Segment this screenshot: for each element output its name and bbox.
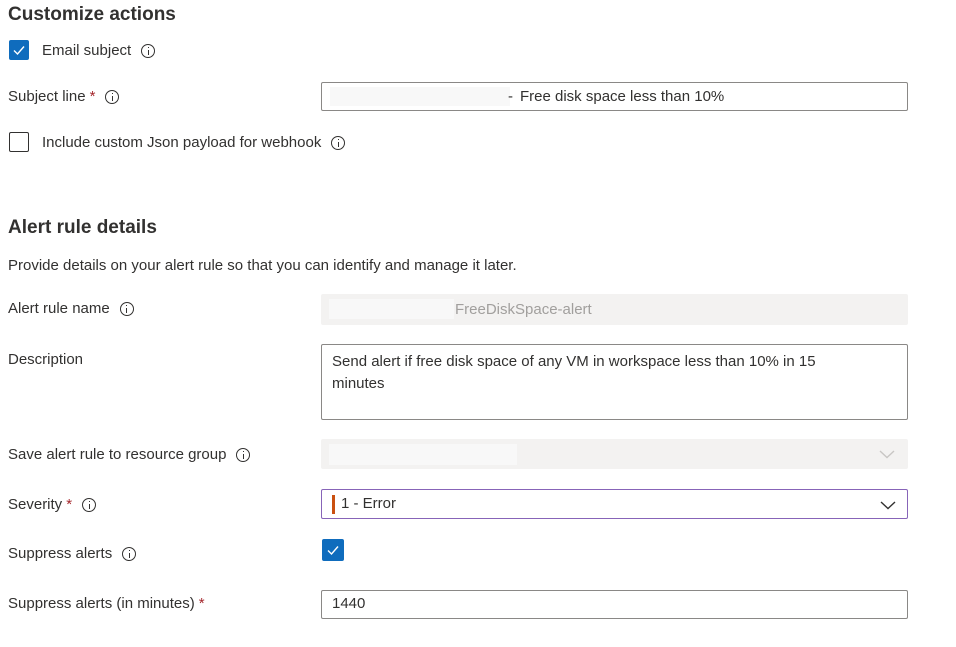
- subject-line-label: Subject line: [8, 88, 86, 105]
- redacted-text: [329, 299, 454, 319]
- description-label: Description: [8, 351, 84, 368]
- subject-line-value: Free disk space less than 10%: [520, 88, 725, 105]
- customize-actions-heading: Customize actions: [8, 4, 176, 25]
- alert-rule-name-label: Alert rule name: [8, 300, 110, 317]
- email-subject-label: Email subject: [42, 42, 132, 59]
- chevron-down-icon: [879, 450, 895, 459]
- severity-dropdown[interactable]: 1 - Error: [321, 489, 908, 519]
- description-value: Send alert if free disk space of any VM …: [332, 353, 816, 392]
- severity-label: Severity: [8, 496, 63, 513]
- required-asterisk: *: [66, 496, 73, 513]
- redacted-text: [329, 444, 517, 465]
- info-icon[interactable]: [82, 498, 97, 513]
- severity-color-bar: [332, 495, 335, 514]
- info-icon[interactable]: [119, 302, 134, 317]
- suppress-alerts-row: Suppress alerts: [8, 544, 137, 564]
- email-subject-checkbox[interactable]: [9, 40, 29, 60]
- checkmark-icon: [13, 46, 25, 56]
- json-payload-label: Include custom Json payload for webhook: [42, 134, 322, 151]
- severity-value: 1 - Error: [341, 495, 397, 512]
- info-icon[interactable]: [105, 90, 120, 105]
- description-textarea[interactable]: Send alert if free disk space of any VM …: [321, 344, 908, 420]
- redacted-text: [330, 87, 510, 106]
- suppress-minutes-value: 1440: [332, 595, 366, 612]
- alert-rule-name-input: FreeDiskSpace-alert: [321, 294, 908, 325]
- resource-group-dropdown: [321, 439, 908, 469]
- checkmark-icon: [327, 546, 339, 556]
- alert-rule-name-row: Alert rule name: [8, 299, 134, 319]
- required-asterisk: *: [89, 88, 96, 105]
- subject-line-row: Subject line *: [8, 87, 120, 107]
- alert-rule-name-value: FreeDiskSpace-alert: [455, 301, 592, 318]
- email-subject-row: Email subject: [42, 41, 156, 61]
- suppress-minutes-input[interactable]: 1440: [321, 590, 908, 619]
- suppress-minutes-label: Suppress alerts (in minutes): [8, 595, 195, 612]
- subject-line-separator: -: [508, 88, 513, 105]
- info-icon[interactable]: [141, 44, 156, 59]
- resource-group-label: Save alert rule to resource group: [8, 446, 227, 463]
- required-asterisk: *: [198, 595, 205, 612]
- alert-rule-details-intro: Provide details on your alert rule so th…: [8, 257, 517, 274]
- suppress-alerts-label: Suppress alerts: [8, 545, 113, 562]
- suppress-alerts-checkbox[interactable]: [322, 539, 344, 561]
- chevron-down-icon: [880, 501, 896, 510]
- severity-row: Severity *: [8, 495, 97, 515]
- alert-rule-details-heading: Alert rule details: [8, 217, 157, 238]
- info-icon[interactable]: [331, 136, 346, 151]
- suppress-minutes-row: Suppress alerts (in minutes) *: [8, 594, 205, 614]
- subject-line-input[interactable]: - Free disk space less than 10%: [321, 82, 908, 111]
- json-payload-checkbox[interactable]: [9, 132, 29, 152]
- info-icon[interactable]: [122, 547, 137, 562]
- json-payload-row: Include custom Json payload for webhook: [42, 133, 346, 153]
- info-icon[interactable]: [236, 448, 251, 463]
- resource-group-row: Save alert rule to resource group: [8, 445, 251, 465]
